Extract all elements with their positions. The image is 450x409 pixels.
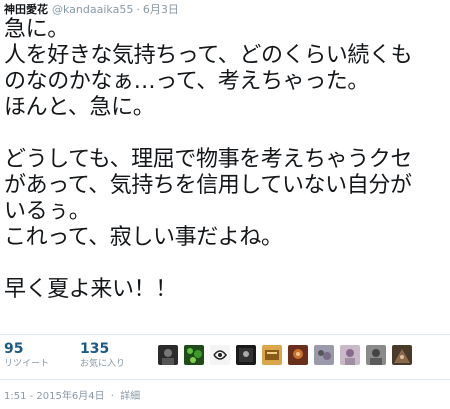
- avatar[interactable]: [366, 345, 386, 365]
- tweet-timestamp: 1:51 - 2015年6月4日: [4, 391, 105, 402]
- avatar[interactable]: [392, 345, 412, 365]
- tweet-footer: 1:51 - 2015年6月4日 · 詳細: [4, 387, 140, 402]
- favoriter-avatars: [158, 345, 418, 365]
- user-handle[interactable]: @kandaaika55: [52, 3, 133, 16]
- favorite-count: 135: [80, 341, 110, 357]
- avatar[interactable]: [340, 345, 360, 365]
- details-link[interactable]: 詳細: [120, 391, 140, 402]
- user-name[interactable]: 神田愛花: [4, 1, 48, 17]
- tweet-line: ほんと、急に。: [4, 95, 155, 120]
- favorite-label: お気に入り: [80, 359, 126, 369]
- tweet-line: [4, 121, 448, 147]
- favorite-stat[interactable]: 135 お気に入り: [80, 341, 125, 371]
- tweet-line: のなのかなぁ…って、考えちゃった。: [4, 69, 370, 94]
- tweet-date-link[interactable]: 6月3日: [143, 1, 179, 17]
- tweet-line: 人を好きな気持ちって、どのくらい続くも: [4, 43, 413, 68]
- tweet-line: があって、気持ちを信用していない自分が: [4, 173, 412, 198]
- tweet-header: 神田愛花 @kandaaika55 · 6月3日: [4, 1, 179, 17]
- tweet-line: [4, 251, 448, 277]
- avatar[interactable]: [314, 345, 334, 365]
- avatar[interactable]: [288, 345, 308, 365]
- header-separator: ·: [136, 3, 140, 16]
- tweet-line: いるぅ。: [4, 199, 91, 224]
- avatar[interactable]: [236, 345, 256, 365]
- retweet-label: リツイート: [4, 359, 50, 369]
- avatar[interactable]: [262, 345, 282, 365]
- avatar[interactable]: [184, 345, 204, 365]
- tweet-text: 急に。 人を好きな気持ちって、どのくらい続くも のなのかなぁ…って、考えちゃった…: [4, 17, 448, 303]
- footer-separator: ·: [110, 391, 114, 402]
- tweet-line: どうしても、理屈で物事を考えちゃうクセ: [4, 147, 412, 172]
- avatar[interactable]: [210, 345, 230, 365]
- tweet-line: 早く夏よ来い！！: [4, 277, 177, 302]
- retweet-count: 95: [4, 341, 24, 357]
- tweet-stats-bar: 95 リツイート 135 お気に入り: [0, 334, 450, 380]
- tweet-line: 急に。: [4, 17, 69, 42]
- avatar[interactable]: [158, 345, 178, 365]
- tweet-line: これって、寂しい事だよね。: [4, 225, 283, 250]
- retweet-stat[interactable]: 95 リツイート: [4, 341, 49, 371]
